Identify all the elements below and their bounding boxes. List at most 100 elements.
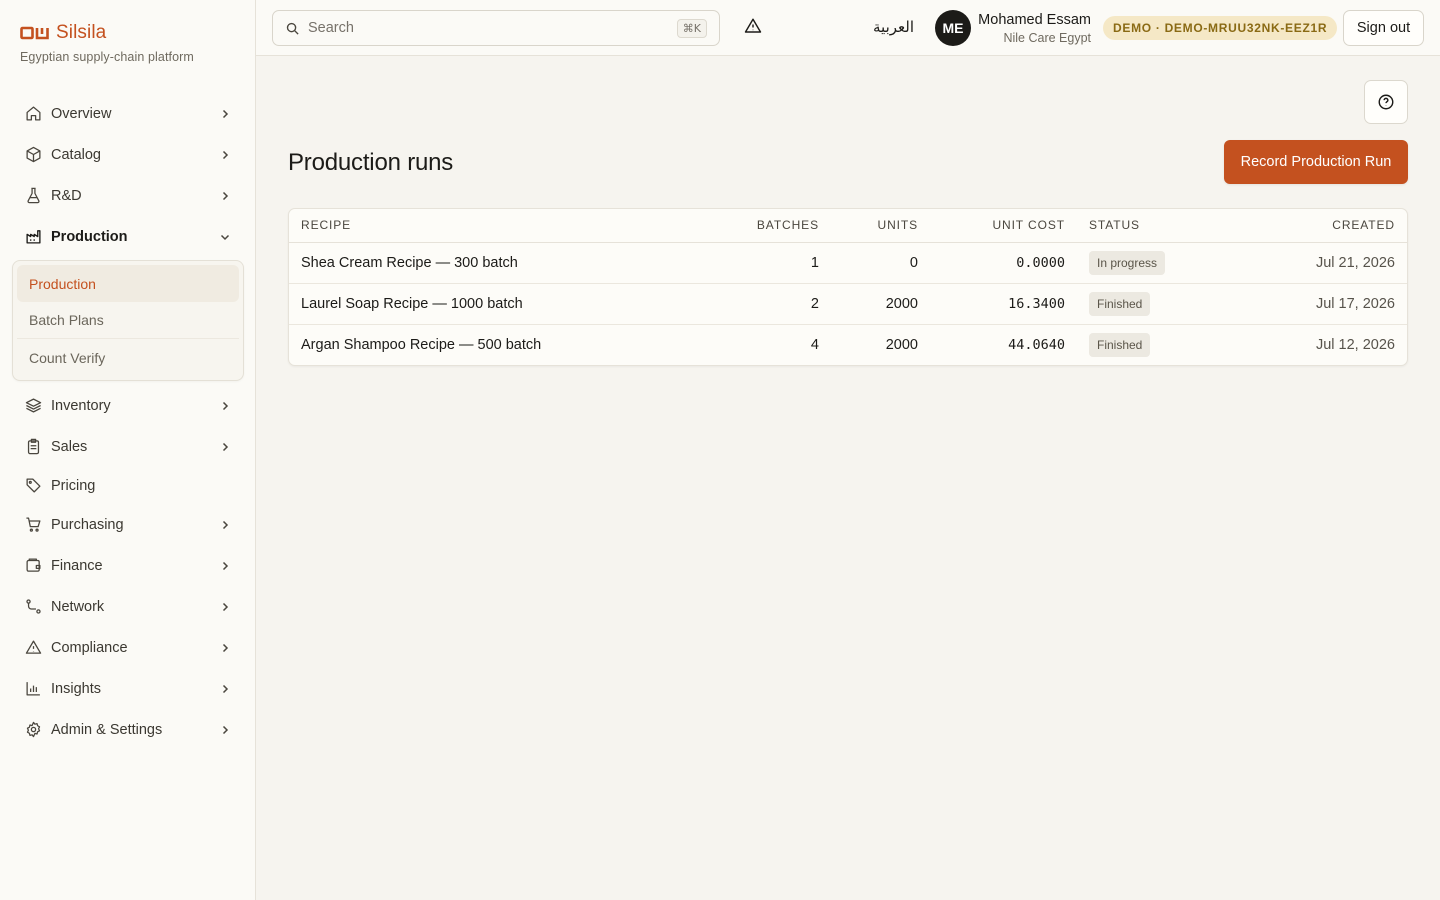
sidebar-item-pricing[interactable]: Pricing xyxy=(12,467,244,504)
cell-batches: 4 xyxy=(810,336,819,353)
chevron-right-icon xyxy=(218,682,232,696)
sidebar-item-label: Overview xyxy=(51,105,112,122)
chevron-right-icon xyxy=(218,518,232,532)
wallet-icon xyxy=(24,557,42,575)
table-row[interactable]: Argan Shampoo Recipe — 500 batch 4 2000 … xyxy=(289,324,1407,365)
sign-out-button[interactable]: Sign out xyxy=(1343,10,1424,46)
sidebar-item-purchasing[interactable]: Purchasing xyxy=(12,504,244,545)
cell-status: Finished xyxy=(1077,324,1247,365)
sidebar-item-label: Production xyxy=(51,228,128,245)
chevron-right-icon xyxy=(218,148,232,162)
sidebar-item-label: Sales xyxy=(51,438,88,455)
page-title: Production runs xyxy=(288,149,454,176)
help-button[interactable] xyxy=(1364,80,1408,124)
flask-icon xyxy=(24,187,42,205)
chevron-right-icon xyxy=(218,559,232,573)
sidebar-item-label: Pricing xyxy=(51,477,96,494)
chevron-right-icon xyxy=(218,723,232,737)
help-circle-icon xyxy=(1378,94,1394,110)
subnav-item-batch-plans[interactable]: Batch Plans xyxy=(17,302,239,339)
bar-chart-icon xyxy=(24,680,42,698)
cell-status: Finished xyxy=(1077,283,1247,325)
cell-unit-cost: 16.3400 xyxy=(930,283,1077,325)
route-icon xyxy=(24,598,42,616)
user-info: Mohamed Essam Nile Care Egypt xyxy=(978,12,1091,45)
sidebar-item-catalog[interactable]: Catalog xyxy=(12,134,244,175)
brand: Silsila Egyptian supply-chain platform xyxy=(20,22,194,64)
table-row[interactable]: Laurel Soap Recipe — 1000 batch 2 2000 1… xyxy=(289,283,1407,325)
sidebar-item-network[interactable]: Network xyxy=(12,586,244,627)
demo-badge: DEMO · DEMO-MRUU32NK-EEZ1R xyxy=(1103,16,1338,40)
sidebar-item-label: Admin & Settings xyxy=(51,721,163,738)
sidebar-item-compliance[interactable]: Compliance xyxy=(12,627,244,668)
subnav-item-count-verify[interactable]: Count Verify xyxy=(17,339,239,376)
sidebar-item-inventory[interactable]: Inventory xyxy=(12,385,244,426)
cell-batches: 1 xyxy=(719,242,831,284)
cell-batches: 2 xyxy=(719,283,831,325)
sidebar-item-insights[interactable]: Insights xyxy=(12,668,244,709)
sidebar-item-label: Finance xyxy=(51,557,103,574)
sidebar-item-rnd[interactable]: R&D xyxy=(12,175,244,216)
column-header-units: UNITS xyxy=(831,209,930,243)
warning-triangle-icon xyxy=(744,18,762,33)
column-header-created: CREATED xyxy=(1247,209,1407,243)
search-box[interactable]: ⌘K xyxy=(272,10,720,46)
cell-recipe: Shea Cream Recipe — 300 batch xyxy=(289,242,719,284)
silsila-logo-icon xyxy=(20,26,49,40)
language-toggle[interactable]: العربية xyxy=(873,18,914,36)
status-badge: In progress xyxy=(1089,250,1166,275)
production-subnav: Production Batch Plans Count Verify xyxy=(12,260,244,381)
warning-triangle-icon xyxy=(24,639,42,657)
subnav-item-production[interactable]: Production xyxy=(17,265,239,302)
status-badge: Finished xyxy=(1089,332,1151,357)
brand-tagline: Egyptian supply-chain platform xyxy=(20,50,194,64)
column-header-batches: BATCHES xyxy=(719,209,831,243)
topbar: ⌘K العربية ME Mohamed Essam Nile Care Eg… xyxy=(256,0,1440,56)
sidebar: Silsila Egyptian supply-chain platform O… xyxy=(0,0,256,900)
cell-recipe: Laurel Soap Recipe — 1000 batch xyxy=(289,283,719,325)
table-header-row: RECIPE BATCHES UNITS UNIT COST STATUS CR… xyxy=(289,209,1407,243)
layers-icon xyxy=(24,397,42,415)
cell-units: 2000 xyxy=(885,336,918,353)
column-header-status: STATUS xyxy=(1077,209,1247,243)
search-icon xyxy=(286,22,299,35)
chevron-right-icon xyxy=(218,107,232,121)
home-icon xyxy=(24,105,42,123)
sidebar-item-label: Insights xyxy=(51,680,101,697)
factory-icon xyxy=(24,228,42,246)
avatar[interactable]: ME xyxy=(935,10,971,46)
chevron-right-icon xyxy=(218,600,232,614)
table-row[interactable]: Shea Cream Recipe — 300 batch 1 0 0.0000… xyxy=(289,242,1407,284)
cart-icon xyxy=(24,516,42,534)
record-production-run-button[interactable]: Record Production Run xyxy=(1224,140,1408,184)
sidebar-item-sales[interactable]: Sales xyxy=(12,426,244,467)
cell-recipe: Argan Shampoo Recipe — 500 batch xyxy=(301,336,542,353)
search-shortcut-hint: ⌘K xyxy=(676,18,707,38)
sidebar-item-label: Catalog xyxy=(51,146,101,163)
sidebar-item-production[interactable]: Production xyxy=(12,216,244,257)
cell-status: In progress xyxy=(1077,242,1247,284)
chevron-down-icon xyxy=(218,230,232,244)
cell-unit-cost: 44.0640 xyxy=(1008,336,1065,353)
chevron-right-icon xyxy=(218,189,232,203)
chevron-right-icon xyxy=(218,641,232,655)
alerts-button[interactable] xyxy=(744,17,766,39)
sidebar-nav: Overview Catalog R&D Production Producti… xyxy=(12,93,244,750)
sidebar-item-admin-settings[interactable]: Admin & Settings xyxy=(12,709,244,750)
chevron-right-icon xyxy=(218,440,232,454)
sidebar-item-label: Network xyxy=(51,598,105,615)
sidebar-item-label: R&D xyxy=(51,187,82,204)
sidebar-item-overview[interactable]: Overview xyxy=(12,93,244,134)
tag-icon xyxy=(24,477,42,495)
gear-icon xyxy=(24,721,42,739)
chevron-right-icon xyxy=(218,399,232,413)
sidebar-item-label: Purchasing xyxy=(51,516,124,533)
sidebar-item-label: Inventory xyxy=(51,397,111,414)
column-header-recipe: RECIPE xyxy=(289,209,719,243)
search-input[interactable] xyxy=(308,20,677,36)
cell-units: 2000 xyxy=(831,283,930,325)
user-org: Nile Care Egypt xyxy=(1003,31,1091,45)
brand-name: Silsila xyxy=(56,22,107,43)
user-name: Mohamed Essam xyxy=(978,12,1091,28)
sidebar-item-finance[interactable]: Finance xyxy=(12,545,244,586)
